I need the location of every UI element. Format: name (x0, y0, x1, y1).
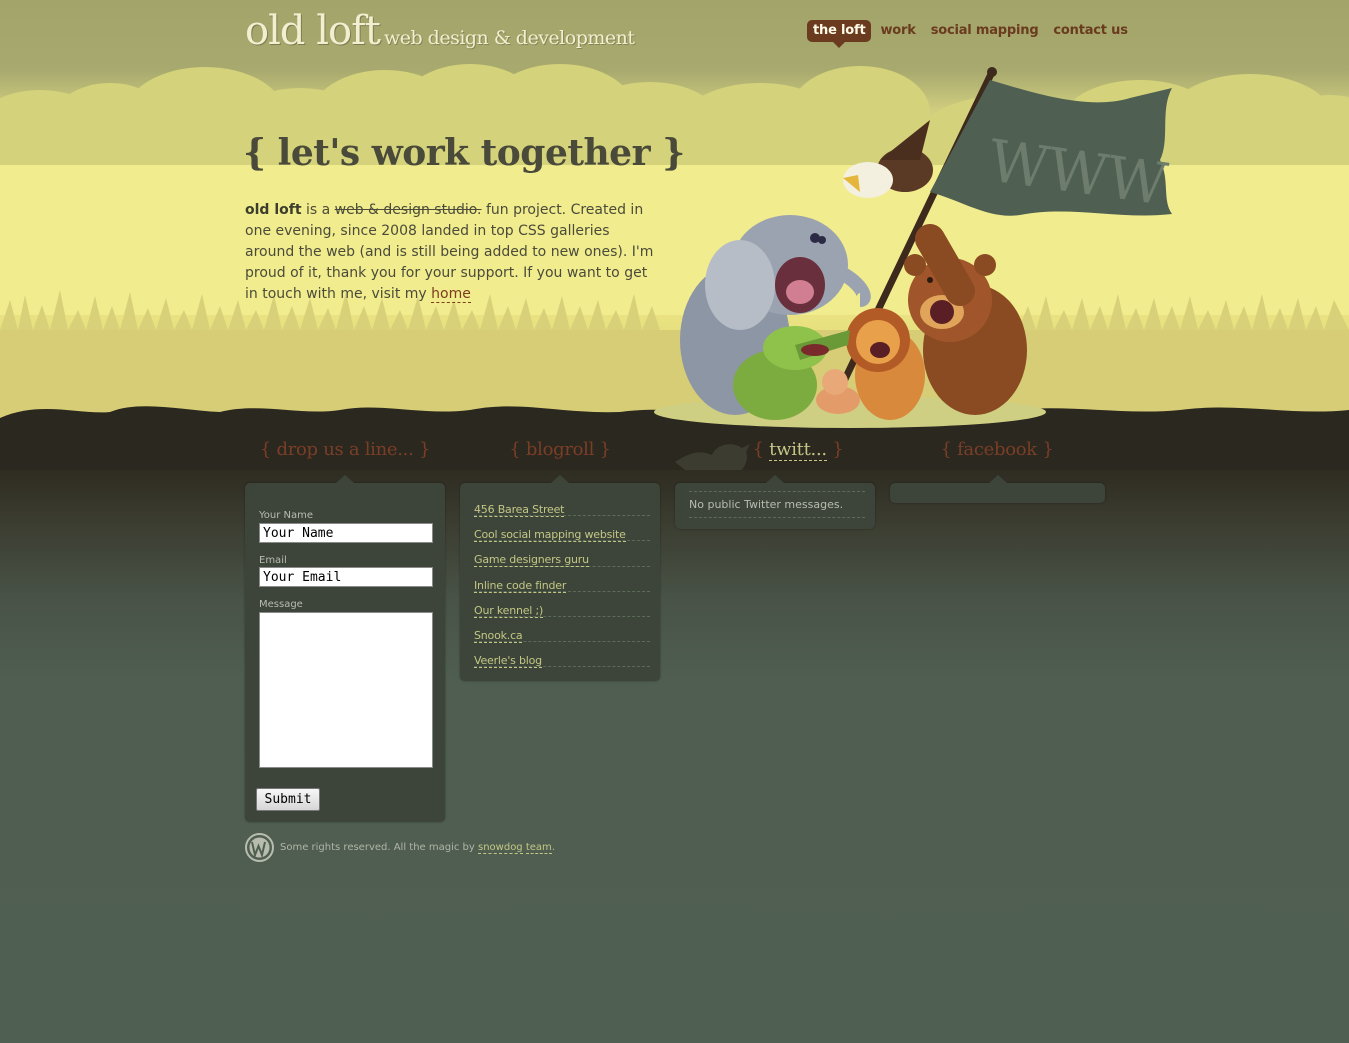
email-field[interactable] (259, 567, 433, 587)
intro-paragraph: old loft is a web & design studio. fun p… (245, 200, 655, 305)
facebook-title: { facebook } (940, 439, 1054, 460)
blogroll-link[interactable]: Snook.ca (474, 628, 523, 643)
message-textarea[interactable] (259, 612, 433, 768)
list-item: 456 Barea Street (474, 491, 650, 517)
blogroll-link[interactable]: Inline code finder (474, 578, 566, 593)
blogroll-link[interactable]: Cool social mapping website (474, 528, 626, 543)
email-label: Email (259, 555, 287, 566)
home-link[interactable]: home (431, 286, 471, 303)
facebook-panel (890, 475, 1105, 503)
nav-item-work[interactable]: work (874, 20, 921, 42)
list-item: Our kennel ;) (474, 592, 650, 618)
main-nav: the loft work social mapping contact us (807, 20, 1137, 48)
logo-title: old loft (245, 8, 381, 54)
list-item: Game designers guru (474, 541, 650, 568)
list-item: Snook.ca (474, 617, 650, 643)
nav-item-contact-us[interactable]: contact us (1047, 20, 1133, 42)
blogroll-panel: 456 Barea Street Cool social mapping web… (460, 475, 660, 681)
blogroll-list: 456 Barea Street Cool social mapping web… (474, 491, 650, 669)
twitter-message: No public Twitter messages. (689, 491, 865, 518)
snowdog-link[interactable]: snowdog (478, 842, 523, 854)
nav-item-the-loft[interactable]: the loft (807, 20, 872, 48)
submit-button[interactable]: Submit (256, 788, 320, 811)
list-item: Inline code finder (474, 567, 650, 593)
hero-scene: WWW (0, 0, 1349, 470)
intro-text-is-a: is a (301, 202, 335, 218)
twitter-title: { twitt... } (698, 439, 898, 461)
logo-subtitle: web design & development (383, 27, 635, 49)
blogroll-link[interactable]: Game designers guru (474, 553, 589, 568)
list-item: Veerle's blog (474, 642, 650, 669)
footer-text: Some rights reserved. All the magic by s… (280, 842, 555, 854)
blogroll-link[interactable]: 456 Barea Street (474, 503, 564, 517)
site-logo[interactable]: old loft web design & development (245, 8, 635, 54)
intro-brand: old loft (245, 202, 302, 218)
hero-headline: { let's work together } (243, 132, 685, 174)
nav-item-social-mapping[interactable]: social mapping (925, 20, 1045, 42)
list-item: Cool social mapping website (474, 516, 650, 543)
contact-title: { drop us a line... } (259, 439, 431, 460)
footer-text-before: Some rights reserved. All the magic by (280, 842, 478, 853)
footer: Some rights reserved. All the magic by s… (245, 833, 555, 862)
name-label: Your Name (259, 510, 314, 521)
twitter-panel: No public Twitter messages. (675, 475, 875, 529)
footer-text-after: . (551, 842, 555, 853)
twitter-title-open: { (752, 439, 770, 460)
twitter-link[interactable]: twitt... (769, 439, 827, 461)
name-field[interactable] (259, 523, 433, 543)
blogroll-link[interactable]: Veerle's blog (474, 654, 542, 669)
message-label: Message (259, 599, 303, 610)
contact-panel: Your Name Email Message Submit (245, 475, 445, 822)
intro-strikethrough: web & design studio. (334, 202, 482, 218)
blogroll-link[interactable]: Our kennel ;) (474, 603, 543, 618)
team-link[interactable]: team (525, 842, 552, 854)
wordpress-icon[interactable] (245, 833, 274, 862)
twitter-title-close: } (826, 439, 844, 460)
blogroll-title: { blogroll } (509, 439, 611, 460)
